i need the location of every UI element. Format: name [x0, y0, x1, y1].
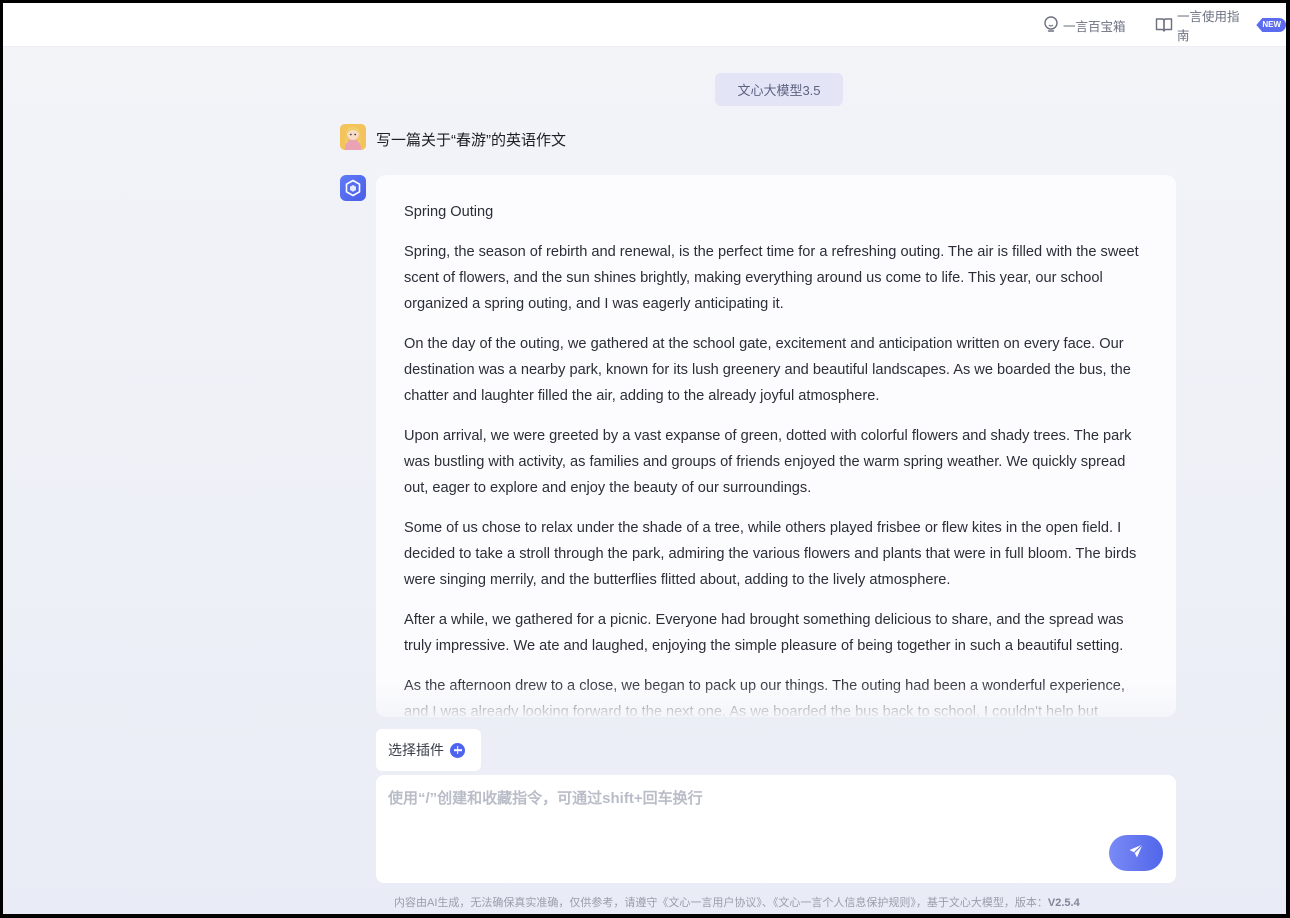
answer-paragraph: As the afternoon drew to a close, we beg… — [404, 678, 1125, 717]
send-button[interactable] — [1109, 835, 1163, 871]
select-plugin-button[interactable]: 选择插件 — [376, 729, 481, 771]
paper-plane-icon — [1128, 843, 1144, 864]
cube-logo-icon — [340, 175, 366, 201]
user-guide-label: 一言使用指南 — [1177, 10, 1240, 43]
select-plugin-label: 选择插件 — [388, 742, 444, 758]
assistant-answer-card: Spring Outing Spring, the season of rebi… — [376, 175, 1176, 717]
disclaimer-footer: 内容由AI生成，无法确保真实准确，仅供参考，请遵守《文心一言用户协议》、《文心一… — [394, 894, 1080, 910]
composer-box — [376, 775, 1176, 883]
answer-paragraph: On the day of the outing, we gathered at… — [404, 336, 1131, 404]
model-version-chip: 文心大模型3.5 — [715, 73, 843, 106]
answer-title: Spring Outing — [404, 204, 494, 220]
answer-paragraph: Some of us chose to relax under the shad… — [404, 520, 1137, 588]
answer-paragraph: After a while, we gathered for a picnic.… — [404, 612, 1124, 654]
book-icon — [1155, 17, 1173, 33]
answer-paragraph: Spring, the season of rebirth and renewa… — [404, 244, 1139, 312]
prompt-input[interactable] — [388, 787, 1088, 847]
user-guide-link[interactable]: 一言使用指南 NEW — [1155, 10, 1286, 43]
plus-circle-icon — [450, 742, 465, 758]
answer-paragraph: Upon arrival, we were greeted by a vast … — [404, 428, 1132, 496]
new-badge: NEW — [1256, 18, 1286, 32]
version-label: V2.5.4 — [1047, 897, 1080, 909]
user-message: 写一篇关于“春游”的英语作文 — [376, 132, 566, 149]
disclaimer-text: 内容由AI生成，无法确保真实准确，仅供参考，请遵守《文心一言用户协议》、《文心一… — [394, 897, 1048, 909]
top-bar: 一言百宝箱 一言使用指南 NEW — [3, 3, 1286, 47]
app-window: 一言百宝箱 一言使用指南 NEW 文心大模型3.5 写一篇关于“春游”的英语作文 — [3, 3, 1286, 914]
treasure-box-label: 一言百宝箱 — [1063, 19, 1126, 34]
user-avatar — [340, 124, 366, 150]
lightbulb-icon — [1043, 16, 1059, 34]
treasure-box-link[interactable]: 一言百宝箱 — [1043, 15, 1126, 35]
